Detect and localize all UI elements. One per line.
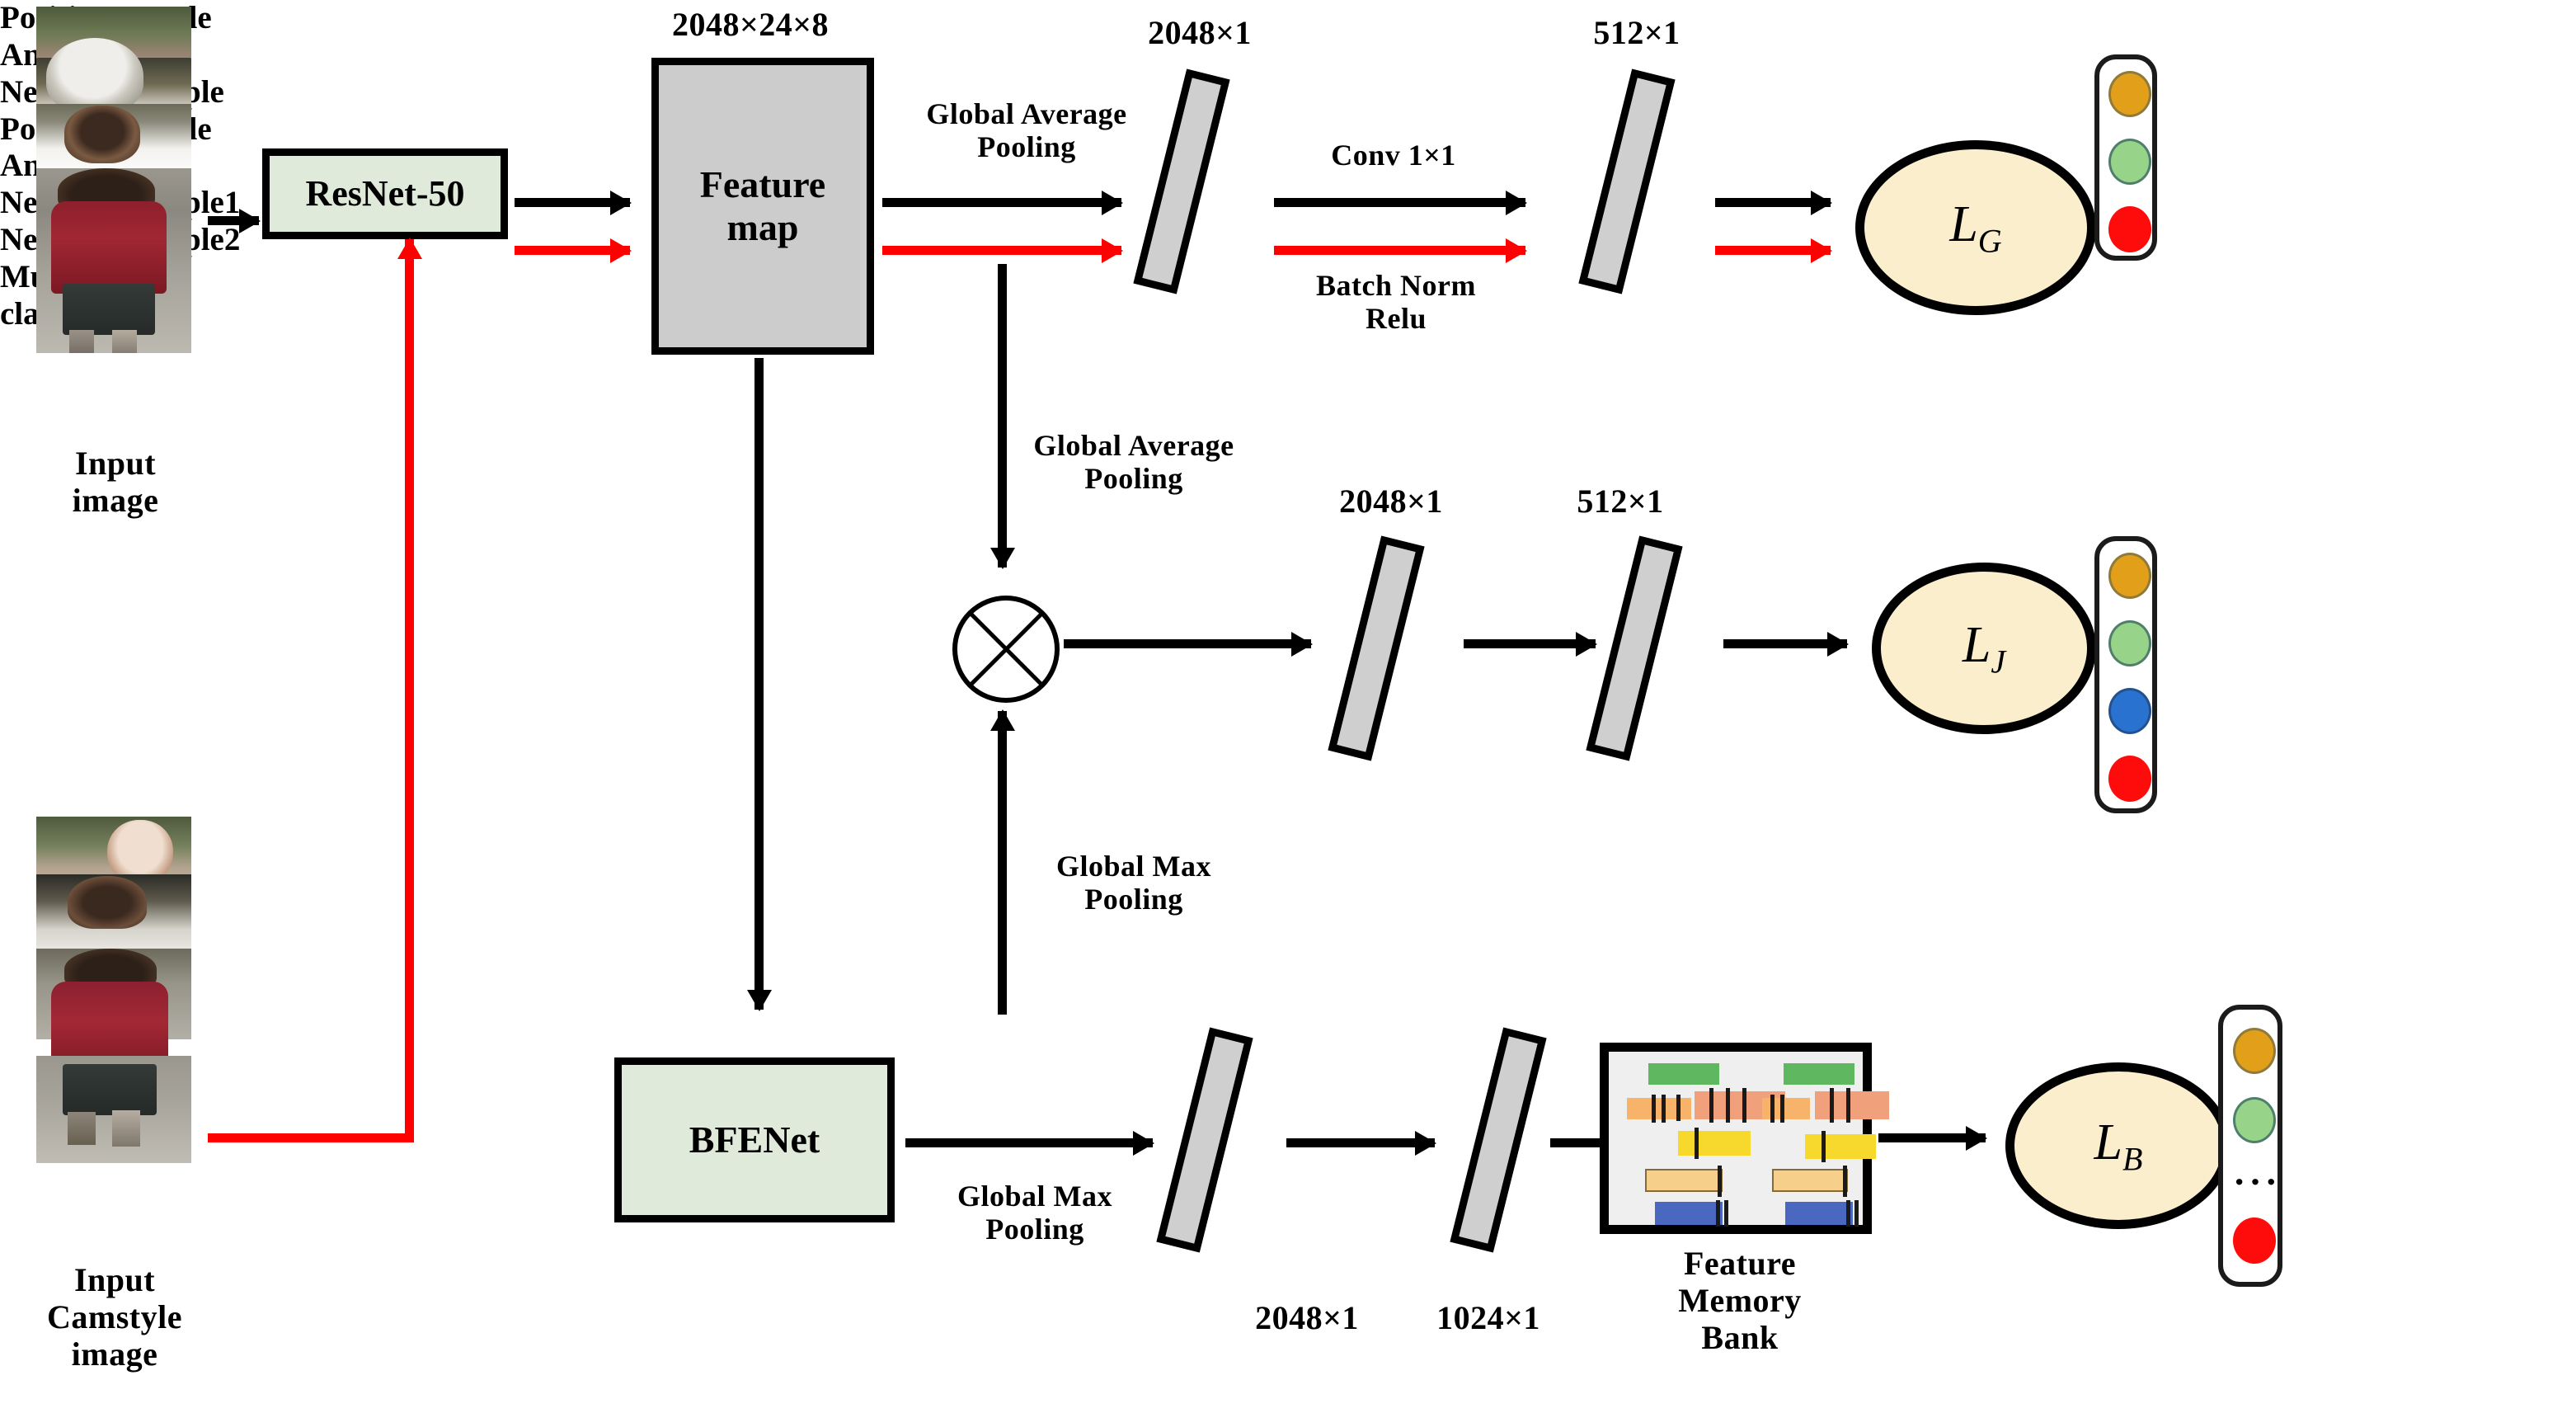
memory-bank-bar	[1784, 1063, 1854, 1085]
memory-bank-bar	[1815, 1091, 1889, 1119]
input-image-thumbnail	[21, 7, 203, 353]
legend-joint-box	[2094, 536, 2157, 813]
arrow-otimes-to-joint-vector	[1064, 639, 1311, 648]
feature-vector-2048-bfe	[1156, 1027, 1253, 1253]
feature-memory-bank-label: Feature Memory Bank	[1678, 1245, 1802, 1356]
conv-1x1-label: Conv 1×1	[1331, 139, 1456, 172]
memory-bank-bar	[1655, 1202, 1723, 1225]
camstyle-feedback-horizontal	[208, 1133, 414, 1142]
legend-dot-negative-sample	[2108, 206, 2151, 252]
legend-global-label-negative: Negative sample	[0, 74, 2576, 111]
feature-vector-1024-bfe	[1450, 1027, 1547, 1253]
otimes-operator-icon	[952, 596, 1060, 703]
global-loss-base: L	[1949, 195, 1978, 252]
memory-bank-bar	[1785, 1202, 1853, 1225]
bfenet-node[interactable]: BFENet	[614, 1057, 895, 1222]
conv-top-vector-dimension-label: 512×1	[1593, 14, 1681, 51]
legend-ellipsis: ···	[2233, 1161, 2282, 1203]
memory-bank-bar	[1805, 1134, 1876, 1159]
arrow-gmp-mid-up	[998, 711, 1007, 1015]
arrow-memory-bank-to-bfe-loss	[1878, 1133, 1986, 1142]
arrow-to-global-loss	[1715, 198, 1831, 207]
arrow-resnet-to-featuremap	[515, 198, 630, 207]
global-loss-node[interactable]: LG	[1855, 140, 2096, 315]
feature-vector-512-joint	[1586, 535, 1683, 761]
arrow-bfenet-to-gmp-vector	[905, 1138, 1153, 1147]
legend-dot-positive-sample	[2233, 1028, 2276, 1074]
legend-global-box	[2094, 54, 2157, 261]
bfe-loss-base: L	[2094, 1114, 2123, 1170]
arrow-conv-1x1-camstyle	[1274, 246, 1525, 255]
legend-bfe-box: ···	[2218, 1005, 2282, 1287]
arrow-featuremap-to-gap-top	[882, 198, 1121, 207]
legend-dot-negative-sample-2	[2108, 756, 2151, 802]
legend-dot-positive-sample	[2108, 553, 2151, 599]
legend-dot-positive-sample	[2108, 71, 2151, 117]
bfe-loss-symbol: LB	[2094, 1114, 2143, 1178]
joint-loss-symbol: LJ	[1963, 616, 2005, 681]
joint-vector-2-dimension-label: 512×1	[1577, 483, 1664, 520]
camstyle-feedback-corner	[208, 1133, 217, 1142]
memory-bank-content	[1609, 1052, 1889, 1227]
resnet50-node[interactable]: ResNet-50	[262, 148, 508, 239]
joint-vector-1-dimension-label: 2048×1	[1339, 483, 1443, 520]
memory-bank-bar	[1762, 1098, 1810, 1119]
batch-norm-relu-label: Batch Norm Relu	[1316, 269, 1476, 336]
arrow-bfe-vector1-to-vector2	[1286, 1138, 1435, 1147]
arrow-conv-1x1	[1274, 198, 1525, 207]
arrow-input-to-resnet	[208, 216, 259, 225]
global-loss-subscript: G	[1977, 222, 2002, 260]
arrow-to-joint-loss	[1723, 639, 1847, 648]
feature-map-node[interactable]: Feature map	[651, 58, 874, 355]
input-image-label: Input image	[72, 445, 159, 519]
arrow-camstyle-feedback-to-resnet	[405, 239, 414, 1138]
architecture-diagram: Input image Input Camstyle image ResNet-…	[0, 0, 2576, 1413]
input-camstyle-image-thumbnail	[21, 817, 203, 1163]
global-max-pooling-mid-label: Global Max Pooling	[1055, 850, 1211, 916]
global-loss-symbol: LG	[1949, 195, 2001, 260]
arrow-joint-vector1-to-vector2	[1464, 639, 1596, 648]
legend-dot-anchor	[2108, 139, 2151, 185]
bfe-loss-subscript: B	[2122, 1140, 2143, 1178]
legend-dot-negative-sample-1	[2108, 688, 2151, 734]
legend-dot-anchor	[2108, 620, 2151, 666]
bfe-loss-node[interactable]: LB	[2005, 1062, 2231, 1229]
joint-loss-node[interactable]: LJ	[1872, 563, 2096, 734]
feature-memory-bank-node[interactable]	[1600, 1043, 1889, 1234]
arrow-featuremap-to-bfenet	[754, 358, 764, 1010]
arrow-to-global-loss-camstyle	[1715, 246, 1831, 255]
legend-dot-anchor	[2233, 1097, 2276, 1143]
global-max-pooling-bottom-label: Global Max Pooling	[957, 1180, 1112, 1246]
memory-bank-bar	[1645, 1169, 1723, 1192]
input-camstyle-image-label: Input Camstyle image	[47, 1261, 182, 1373]
joint-loss-base: L	[1962, 616, 1991, 673]
joint-loss-subscript: J	[1991, 643, 2006, 681]
legend-dot-negative-sample	[2233, 1218, 2276, 1264]
global-average-pooling-top-label: Global Average Pooling	[926, 97, 1127, 164]
memory-bank-bar	[1772, 1169, 1848, 1192]
global-average-pooling-mid-label: Global Average Pooling	[1033, 429, 1234, 496]
memory-bank-bar	[1627, 1098, 1691, 1119]
arrow-resnet-to-featuremap-camstyle	[515, 246, 630, 255]
arrow-gap-mid-down	[998, 264, 1007, 568]
feature-vector-2048-joint	[1328, 535, 1425, 761]
feature-map-dimension-label: 2048×24×8	[671, 6, 830, 43]
memory-bank-bar	[1678, 1131, 1751, 1156]
memory-bank-bar	[1648, 1063, 1719, 1085]
arrow-featuremap-to-gap-top-camstyle	[882, 246, 1121, 255]
gap-top-vector-dimension-label: 2048×1	[1148, 14, 1252, 51]
bfe-vector-2-dimension-label: 1024×1	[1436, 1299, 1540, 1336]
